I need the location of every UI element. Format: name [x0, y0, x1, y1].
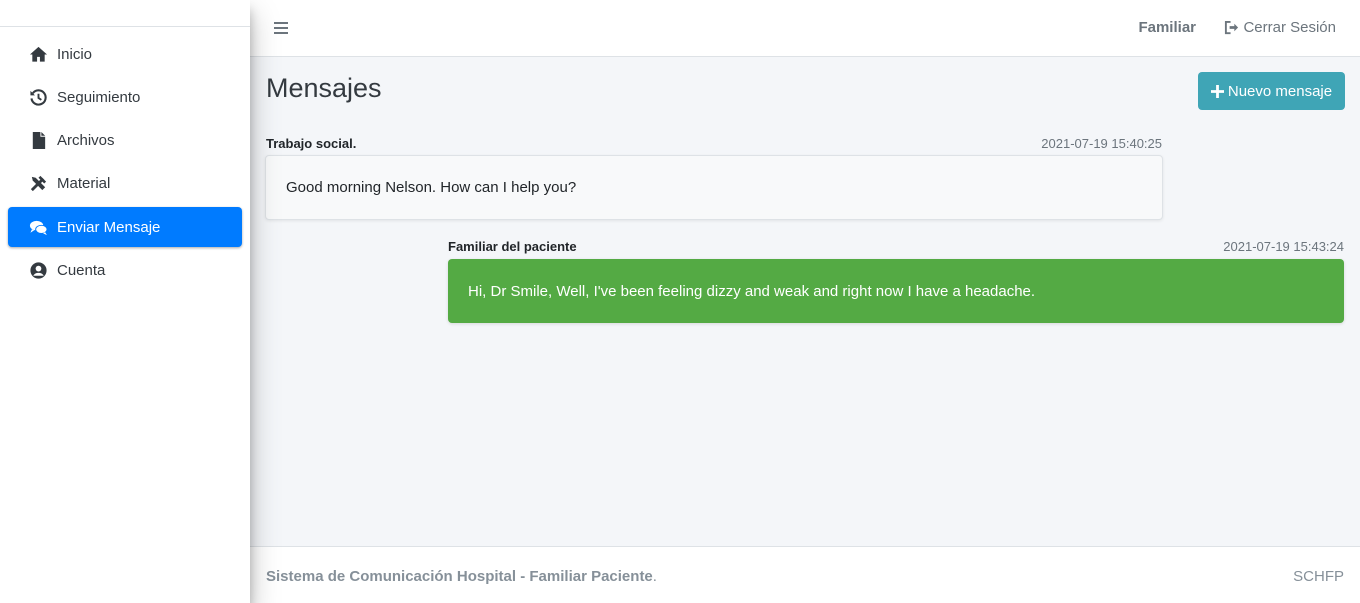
- sidebar-nav: Inicio Seguimiento Archivos Material Env…: [0, 34, 250, 290]
- sidebar-item-label: Enviar Mensaje: [57, 218, 161, 236]
- message-text: Hi, Dr Smile, Well, I've been feeling di…: [468, 282, 1036, 300]
- sidebar-top-divider: [0, 0, 250, 27]
- message-bubble-sent: Hi, Dr Smile, Well, I've been feeling di…: [448, 259, 1344, 323]
- sidebar-item-label: Material: [57, 175, 111, 193]
- footer-period: .: [652, 568, 657, 585]
- topbar: Familiar Cerrar Sesión: [250, 0, 1360, 57]
- user-circle-icon: [28, 260, 48, 280]
- sidebar: Inicio Seguimiento Archivos Material Env…: [0, 0, 250, 603]
- logout-link[interactable]: Cerrar Sesión: [1224, 19, 1336, 36]
- message-timestamp: 2021-07-19 15:43:24: [1223, 239, 1344, 254]
- sidebar-item-label: Archivos: [57, 132, 115, 150]
- message-header: Trabajo social. 2021-07-19 15:40:25: [266, 136, 1162, 151]
- page-title: Mensajes: [266, 73, 382, 103]
- message-header: Familiar del paciente 2021-07-19 15:43:2…: [448, 239, 1344, 254]
- hamburger-icon[interactable]: [272, 19, 290, 37]
- sidebar-item-archivos[interactable]: Archivos: [8, 121, 242, 161]
- footer-system-title: Sistema de Comunicación Hospital - Famil…: [266, 568, 653, 585]
- file-icon: [28, 131, 48, 151]
- new-message-button[interactable]: Nuevo mensaje: [1198, 72, 1345, 110]
- history-icon: [28, 87, 48, 107]
- footer-short-name: SCHFP: [1293, 568, 1344, 585]
- footer-system-name: Sistema de Comunicación Hospital - Famil…: [266, 568, 657, 585]
- user-role-label[interactable]: Familiar: [1138, 19, 1196, 36]
- sidebar-item-material[interactable]: Material: [8, 164, 242, 204]
- sidebar-item-label: Cuenta: [57, 261, 106, 279]
- message-timestamp: 2021-07-19 15:40:25: [1041, 136, 1162, 151]
- plus-icon: [1210, 84, 1224, 98]
- new-message-label: Nuevo mensaje: [1227, 82, 1333, 100]
- home-icon: [28, 44, 48, 64]
- main-content: Mensajes Nuevo mensaje Trabajo social. 2…: [250, 57, 1360, 546]
- sidebar-item-label: Seguimiento: [57, 88, 141, 106]
- footer: Sistema de Comunicación Hospital - Famil…: [250, 546, 1360, 603]
- message-sender: Trabajo social.: [266, 136, 357, 151]
- message-bubble-received: Good morning Nelson. How can I help you?: [265, 155, 1163, 220]
- comments-icon: [28, 217, 48, 237]
- sidebar-item-cuenta[interactable]: Cuenta: [8, 250, 242, 290]
- sidebar-item-label: Inicio: [57, 45, 93, 63]
- logout-label: Cerrar Sesión: [1243, 19, 1336, 36]
- message-text: Good morning Nelson. How can I help you?: [286, 179, 577, 196]
- sidebar-item-seguimiento[interactable]: Seguimiento: [8, 77, 242, 117]
- sidebar-item-enviar-mensaje[interactable]: Enviar Mensaje: [8, 207, 242, 248]
- sidebar-item-inicio[interactable]: Inicio: [8, 34, 242, 74]
- sign-out-icon: [1225, 20, 1239, 35]
- tools-icon: [28, 174, 48, 194]
- message-sender: Familiar del paciente: [448, 239, 577, 254]
